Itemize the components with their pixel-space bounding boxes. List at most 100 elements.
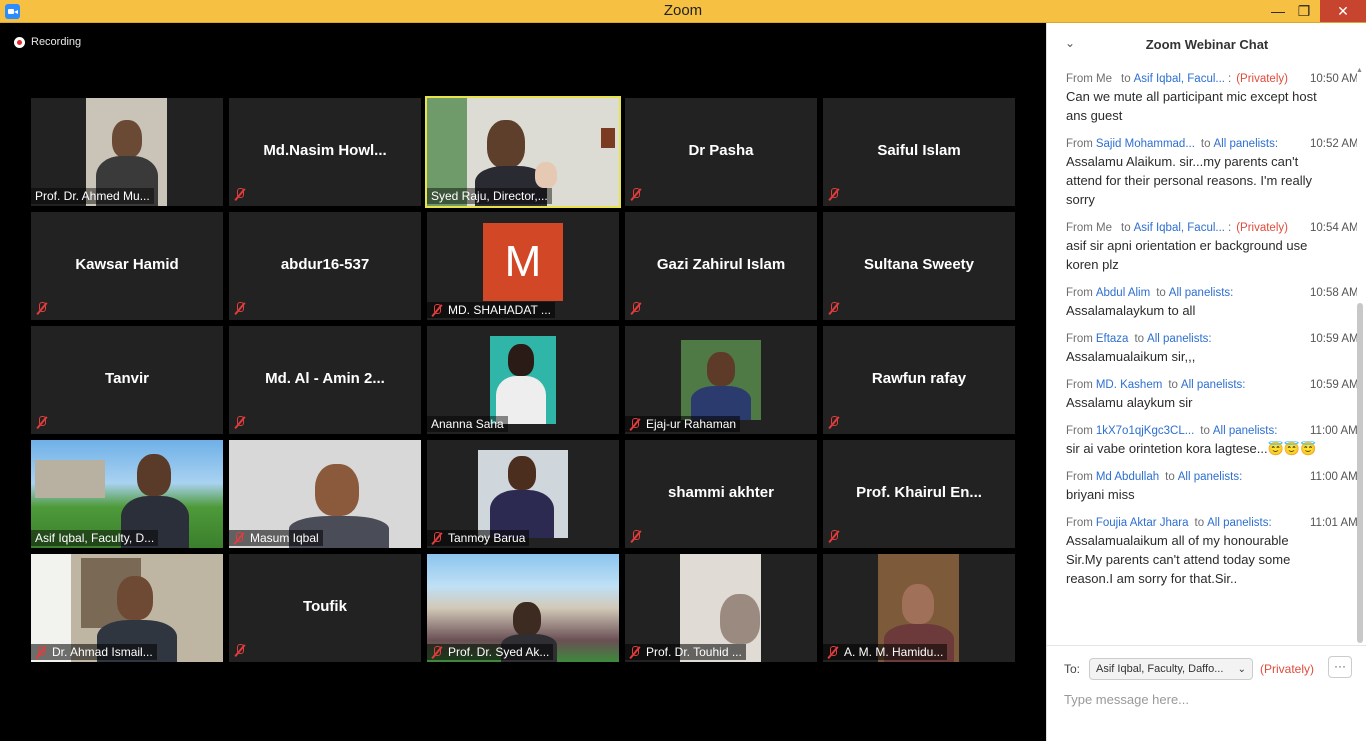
participant-tile[interactable]: Prof. Dr. Syed Ak... bbox=[427, 554, 619, 662]
participant-tile[interactable]: Dr Pasha bbox=[625, 98, 817, 206]
message-sender[interactable]: MD. Kashem bbox=[1096, 379, 1162, 391]
participant-name: Syed Raju, Director,... bbox=[427, 188, 552, 204]
mic-muted-icon bbox=[234, 188, 246, 201]
close-button[interactable]: ✕ bbox=[1320, 0, 1366, 22]
chat-message: From Foujia Aktar Jhara to All panelists: 11… bbox=[1047, 514, 1357, 588]
recipient-dropdown[interactable]: Asif Iqbal, Faculty, Daffo... ⌄ bbox=[1089, 658, 1254, 680]
message-recipient[interactable]: All panelists: bbox=[1147, 333, 1212, 345]
message-colon: : bbox=[1228, 72, 1232, 85]
message-from-label: From bbox=[1066, 470, 1093, 483]
participant-name: Md. Al - Amin 2... bbox=[265, 370, 385, 387]
mic-muted-icon bbox=[629, 417, 641, 431]
message-recipient[interactable]: All panelists: bbox=[1213, 425, 1278, 437]
message-recipient[interactable]: Asif Iqbal, Facul... bbox=[1134, 222, 1225, 234]
message-recipient[interactable]: Asif Iqbal, Facul... bbox=[1134, 73, 1225, 85]
participant-tile[interactable]: Toufik bbox=[229, 554, 421, 662]
message-from-label: From bbox=[1066, 137, 1093, 150]
message-privately: (Privately) bbox=[1236, 72, 1288, 85]
message-text: sir ai vabe orintetion kora lagtese...😇😇… bbox=[1066, 441, 1317, 456]
scrollbar-thumb[interactable] bbox=[1357, 303, 1363, 643]
participant-tile[interactable]: Tanvir bbox=[31, 326, 223, 434]
message-time: 11:00 AM bbox=[1310, 470, 1357, 483]
message-to-word: to bbox=[1194, 516, 1205, 529]
message-recipient[interactable]: All panelists: bbox=[1181, 379, 1246, 391]
chat-message: From Md Abdullah to All panelists: 11:00 AM b… bbox=[1047, 468, 1357, 504]
participant-tile[interactable]: shammi akhter bbox=[625, 440, 817, 548]
mic-muted-icon bbox=[234, 416, 246, 429]
participant-tile[interactable]: Tanmoy Barua bbox=[427, 440, 619, 548]
message-from-label: From bbox=[1066, 378, 1093, 391]
mic-muted-icon bbox=[36, 416, 48, 429]
message-recipient[interactable]: All panelists: bbox=[1214, 138, 1279, 150]
minimize-button[interactable]: — bbox=[1264, 0, 1292, 22]
message-colon: : bbox=[1228, 221, 1232, 234]
message-recipient[interactable]: All panelists: bbox=[1169, 287, 1234, 299]
message-from-label: From bbox=[1066, 332, 1093, 345]
recording-indicator[interactable]: Recording bbox=[14, 36, 81, 48]
message-time: 10:54 AM bbox=[1310, 221, 1357, 234]
chat-title: Zoom Webinar Chat bbox=[1145, 37, 1269, 52]
recording-label: Recording bbox=[31, 36, 82, 48]
chat-message: From MD. Kashem to All panelists: 10:59 AM As… bbox=[1047, 376, 1357, 412]
participant-tile[interactable]: Gazi Zahirul Islam bbox=[625, 212, 817, 320]
participant-tile-active-speaker[interactable]: Syed Raju, Director,... bbox=[425, 96, 621, 208]
message-input[interactable] bbox=[1064, 688, 1354, 710]
participant-tile[interactable]: Prof. Dr. Ahmed Mu... bbox=[31, 98, 223, 206]
participant-tile[interactable]: abdur16-537 bbox=[229, 212, 421, 320]
message-text: asif sir apni orientation er background … bbox=[1066, 238, 1308, 272]
participant-tile[interactable]: Rawfun rafay bbox=[823, 326, 1015, 434]
message-to-word: to bbox=[1121, 221, 1131, 234]
participant-tile[interactable]: Md.Nasim Howl... bbox=[229, 98, 421, 206]
participant-name: Masum Iqbal bbox=[229, 530, 323, 546]
participant-tile[interactable]: Kawsar Hamid bbox=[31, 212, 223, 320]
participant-tile[interactable]: Ananna Saha bbox=[427, 326, 619, 434]
participant-tile[interactable]: Prof. Khairul En... bbox=[823, 440, 1015, 548]
message-to-word: to bbox=[1134, 332, 1145, 345]
participant-tile[interactable]: Md. Al - Amin 2... bbox=[229, 326, 421, 434]
mic-muted-icon bbox=[431, 531, 443, 545]
participant-name: A. M. M. Hamidu... bbox=[823, 644, 948, 660]
video-gallery: Recording Prof. Dr. Ahmed Mu... Md.Nasim… bbox=[0, 23, 1046, 741]
chevron-down-icon: ⌄ bbox=[1237, 663, 1247, 675]
chat-message: From Eftaza to All panelists: 10:59 AM Assala… bbox=[1047, 330, 1357, 366]
participant-name: shammi akhter bbox=[668, 484, 774, 501]
restore-button[interactable]: ❐ bbox=[1290, 0, 1318, 22]
webinar-chat-panel: ⌄ Zoom Webinar Chat From Me to Asif Iqbal,… bbox=[1046, 23, 1366, 741]
chat-message: From 1kX7o1qjKgc3CL... to All panelists: 11:… bbox=[1047, 422, 1357, 458]
message-recipient[interactable]: All panelists: bbox=[1178, 471, 1243, 483]
participant-tile[interactable]: Ejaj-ur Rahaman bbox=[625, 326, 817, 434]
participant-tile[interactable]: Dr. Ahmad Ismail... bbox=[31, 554, 223, 662]
message-sender[interactable]: Sajid Mohammad... bbox=[1096, 138, 1195, 150]
participant-tile[interactable]: Sultana Sweety bbox=[823, 212, 1015, 320]
message-text: briyani miss bbox=[1066, 487, 1135, 502]
message-time: 10:50 AM bbox=[1310, 72, 1357, 85]
message-sender[interactable]: Abdul Alim bbox=[1096, 287, 1150, 299]
message-time: 11:00 AM bbox=[1310, 424, 1357, 437]
participant-tile[interactable]: Prof. Dr. Touhid ... bbox=[625, 554, 817, 662]
video-feed bbox=[490, 336, 556, 424]
mic-muted-icon bbox=[36, 302, 48, 315]
message-sender[interactable]: Foujia Aktar Jhara bbox=[1096, 517, 1189, 529]
message-sender[interactable]: 1kX7o1qjKgc3CL... bbox=[1096, 425, 1194, 437]
mic-muted-icon bbox=[630, 302, 642, 315]
privately-label: (Privately) bbox=[1260, 662, 1315, 676]
participant-tile[interactable]: Masum Iqbal bbox=[229, 440, 421, 548]
message-from-label: From bbox=[1066, 424, 1093, 437]
message-sender[interactable]: Eftaza bbox=[1096, 333, 1129, 345]
participant-tile[interactable]: Asif Iqbal, Faculty, D... bbox=[31, 440, 223, 548]
more-options-button[interactable]: ··· bbox=[1328, 656, 1352, 678]
participant-tile[interactable]: M MD. SHAHADAT ... bbox=[427, 212, 619, 320]
mic-muted-icon bbox=[828, 416, 840, 429]
participant-name: Dr Pasha bbox=[688, 142, 754, 159]
message-from-label: From Me bbox=[1066, 221, 1112, 234]
message-recipient[interactable]: All panelists: bbox=[1207, 517, 1272, 529]
participant-tile[interactable]: Saiful Islam bbox=[823, 98, 1015, 206]
message-time: 10:59 AM bbox=[1310, 378, 1357, 391]
avatar: M bbox=[483, 223, 563, 301]
message-sender[interactable]: Md Abdullah bbox=[1096, 471, 1159, 483]
participant-tile[interactable]: A. M. M. Hamidu... bbox=[823, 554, 1015, 662]
scroll-up-icon[interactable]: ▲ bbox=[1356, 67, 1363, 75]
chat-scrollbar[interactable]: ▲ bbox=[1356, 67, 1363, 645]
message-meta: From Me to Asif Iqbal, Facul...: (Privately… bbox=[1066, 219, 1357, 236]
chat-message-list[interactable]: From Me to Asif Iqbal, Facul...: (Privately… bbox=[1047, 67, 1357, 645]
